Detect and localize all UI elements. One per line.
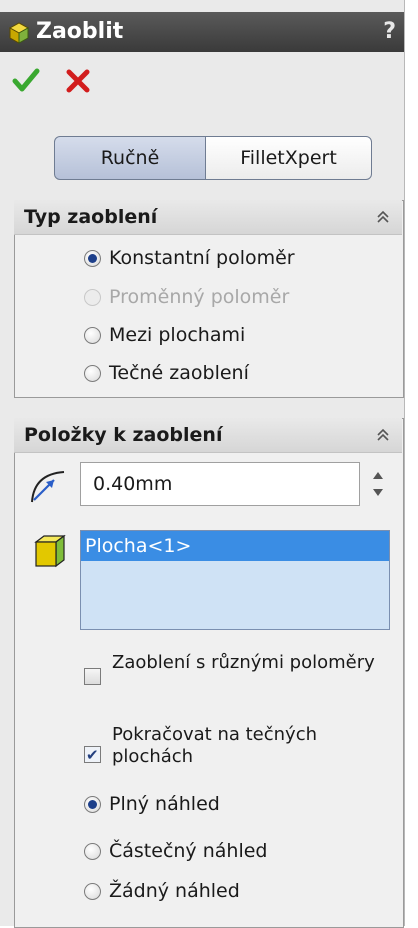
radio-label: Konstantní poloměr [109, 247, 295, 269]
radio-button[interactable] [84, 795, 101, 813]
collapse-icon[interactable] [374, 207, 392, 225]
spin-buttons[interactable] [364, 462, 392, 506]
radio-variable-radius: Proměnný poloměr [84, 283, 289, 311]
radius-icon [31, 471, 65, 503]
fillet-items-header[interactable]: Položky k zaoblení [14, 418, 402, 453]
manual-mode-button[interactable]: Ručně [54, 136, 206, 180]
face-icon [34, 534, 66, 568]
mode-toggle: Ručně FilletXpert [54, 136, 372, 180]
collapse-icon[interactable] [374, 425, 392, 443]
radio-button [84, 288, 101, 306]
accept-icon[interactable] [12, 66, 40, 94]
filletxpert-mode-button[interactable]: FilletXpert [205, 136, 372, 180]
window-title: Zaoblit [36, 19, 124, 44]
fillet-type-header[interactable]: Typ zaoblení [14, 200, 402, 235]
radio-face-fillet[interactable]: Mezi plochami [84, 321, 245, 349]
section-title: Typ zaoblení [24, 206, 158, 228]
radio-no-preview[interactable]: Žádný náhled [84, 877, 240, 905]
selected-items-list[interactable]: Plocha<1> [80, 530, 390, 630]
radio-label: Plný náhled [109, 793, 220, 815]
radio-label: Tečné zaoblení [109, 362, 249, 384]
cancel-icon[interactable] [64, 67, 92, 95]
title-bar: Zaoblit ? [0, 12, 404, 52]
help-button[interactable]: ? [383, 16, 396, 48]
radio-label: Proměnný poloměr [109, 286, 290, 308]
radio-button[interactable] [84, 842, 101, 860]
radio-button[interactable] [84, 326, 101, 344]
section-title: Položky k zaoblení [24, 424, 223, 446]
checkbox-label: Zaoblení s různými poloměry [112, 652, 375, 673]
radius-input[interactable]: 0.40mm [80, 462, 360, 506]
radio-full-round[interactable]: Tečné zaoblení [84, 359, 249, 387]
radio-button[interactable] [84, 249, 101, 267]
checkbox-label: Pokračovat na tečných plochách [112, 724, 318, 767]
radio-full-preview[interactable]: Plný náhled [84, 790, 220, 818]
radio-button[interactable] [84, 882, 101, 900]
list-item[interactable]: Plocha<1> [81, 531, 389, 561]
checkbox[interactable] [84, 744, 101, 766]
radio-button[interactable] [84, 364, 101, 382]
radio-label: Žádný náhled [109, 880, 240, 902]
checkbox[interactable] [84, 668, 101, 685]
fillet-icon [8, 22, 30, 44]
radio-label: Mezi plochami [109, 324, 246, 346]
radio-partial-preview[interactable]: Částečný náhled [84, 837, 267, 865]
radio-constant-radius[interactable]: Konstantní poloměr [84, 244, 295, 272]
radio-label: Částečný náhled [109, 840, 268, 862]
fillet-property-manager: Zaoblit ? Ručně FilletXpert Typ zaoblení… [0, 0, 405, 928]
